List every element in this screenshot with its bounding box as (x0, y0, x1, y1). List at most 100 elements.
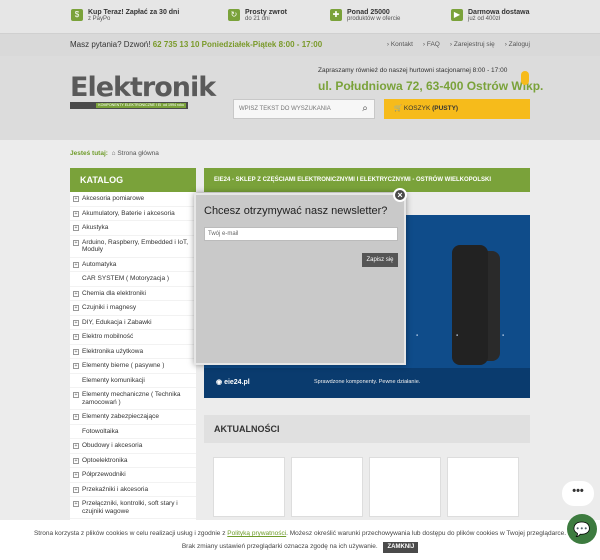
feature-icon: ● (415, 333, 419, 337)
close-icon[interactable]: × (393, 188, 407, 202)
logo-tagline: KOMPONENTY ELEKTRONICZNE I ELEKTRYCZNE od… (70, 102, 188, 109)
expand-icon[interactable]: + (73, 210, 79, 217)
phone-number[interactable]: 62 735 13 10 Poniedziałek-Piątek 8:00 - … (153, 40, 322, 49)
sidebar-item[interactable]: + Elementy zabezpieczające (70, 410, 196, 425)
sidebar-item[interactable]: + Elektro mobilność (70, 330, 196, 345)
cart-button[interactable]: 🛒 KOSZYK (PUSTY) (384, 99, 530, 119)
location-pin-icon (521, 71, 529, 85)
cookie-banner: Strona korzysta z plików cookies w celu … (0, 520, 600, 560)
expand-icon[interactable]: + (73, 305, 79, 311)
sidebar-item[interactable]: + Akumulatory, Baterie i akcesoria (70, 207, 196, 221)
breadcrumb-home[interactable]: Strona główna (117, 150, 159, 157)
more-options-icon[interactable]: ••• (562, 481, 594, 506)
link-register[interactable]: › Zarejestruj się (450, 41, 495, 48)
product-card[interactable] (369, 457, 441, 517)
sidebar-item[interactable]: + Arduino, Raspberry, Embedded i IoT, Mod… (70, 236, 196, 258)
expand-icon[interactable]: + (73, 334, 79, 340)
search-input[interactable]: WPISZ TEKST DO WYSZUKANIA (233, 99, 375, 119)
email-field[interactable]: Twój e-mail (204, 227, 398, 241)
product-card[interactable] (213, 457, 285, 517)
sidebar-item-label: Półprzewodniki (82, 471, 126, 478)
expand-icon[interactable]: + (73, 414, 79, 420)
sidebar-item-label: Elementy mechaniczne ( Technika zamocowa… (82, 391, 181, 406)
perk-title: Ponad 25000 (347, 9, 390, 16)
sidebar-item-label: Chemia dla elektroniki (82, 289, 146, 297)
expand-icon[interactable]: + (73, 196, 79, 202)
sidebar-item[interactable]: + Obudowy i akcesoria (70, 439, 196, 454)
sidebar-item[interactable]: Fotowoltaika (70, 425, 196, 439)
sidebar-item[interactable]: CAR SYSTEM ( Motoryzacja ) (70, 272, 196, 287)
sidebar-item[interactable]: + Czujniki i magnesy (70, 301, 196, 316)
expand-icon[interactable]: + (73, 392, 79, 398)
sidebar-item[interactable]: + Elektronika użytkowa (70, 345, 196, 359)
perk-return[interactable]: ↻ Prosty zwrot do 21 dni (228, 9, 287, 22)
chat-icon[interactable]: 💬 (567, 514, 597, 544)
product-card[interactable] (291, 457, 363, 517)
feature-icon: ● (455, 333, 459, 337)
expand-icon[interactable]: + (73, 457, 79, 464)
sidebar-item-label: Elektronika użytkowa (82, 347, 144, 355)
site-logo[interactable]: Elektronik KOMPONENTY ELEKTRONICZNE I EL… (70, 72, 216, 109)
expand-icon[interactable]: + (73, 225, 79, 231)
top-links: › Kontakt › FAQ › Zarejestruj się › Zalo… (387, 41, 530, 48)
sidebar-item[interactable]: + Elementy bierne ( pasywne ) (70, 359, 196, 374)
cart-state: (PUSTY) (432, 105, 459, 112)
expand-icon[interactable]: + (73, 486, 79, 493)
home-icon: ⌂ (111, 150, 116, 157)
truck-icon: ▶ (451, 9, 463, 21)
newsletter-title: Chcesz otrzymywać nasz newsletter? (204, 205, 388, 217)
sidebar-item[interactable]: Elementy komunikacji (70, 374, 196, 388)
subscribe-button[interactable]: Zapisz się (362, 253, 398, 267)
link-login[interactable]: › Zaloguj (505, 41, 530, 48)
warehouse-address: ul. Południowa 72, 63-400 Ostrów Wlkp. (318, 79, 544, 93)
expand-icon[interactable]: + (73, 319, 79, 326)
expand-icon[interactable]: + (73, 501, 79, 507)
sidebar-item[interactable]: + Akustyka (70, 221, 196, 236)
sidebar-item-label: Czujniki i magnesy (82, 304, 137, 311)
sidebar-item[interactable]: + Elementy mechaniczne ( Technika zamocow… (70, 388, 196, 410)
sidebar-item-label: Akumulatory, Baterie i akcesoria (82, 209, 175, 217)
expand-icon[interactable]: + (73, 443, 79, 449)
expand-icon[interactable]: + (73, 261, 79, 268)
perk-delivery[interactable]: ▶ Darmowa dostawa już od 400zł (451, 9, 529, 22)
expand-icon[interactable]: + (73, 290, 79, 297)
logo-name: Elektronik (70, 72, 216, 103)
sidebar-item-label: Przekaźniki i akcesoria (82, 485, 149, 493)
link-contact[interactable]: › Kontakt (387, 41, 413, 48)
expand-icon[interactable]: + (73, 239, 79, 246)
sidebar-item[interactable]: + Przełączniki, kontrolki, soft stary i c… (70, 497, 196, 519)
sidebar-item-label: Automatyka (82, 260, 117, 268)
sidebar-item-label: Elektro mobilność (82, 333, 134, 340)
sidebar-item[interactable]: + Akcesoria pomiarowe (70, 192, 196, 207)
news-products (213, 457, 519, 517)
sidebar-item-label: Przełączniki, kontrolki, soft stary i cz… (82, 500, 178, 515)
perk-paypo[interactable]: $ Kup Teraz! Zapłać za 30 dni z PayPo (71, 9, 179, 22)
link-faq[interactable]: › FAQ (423, 41, 440, 48)
sidebar-item[interactable]: + Półprzewodniki (70, 468, 196, 483)
privacy-policy-link[interactable]: Polityką prywatności (227, 530, 286, 537)
news-section-title: AKTUALNOŚCI (204, 415, 530, 443)
capacitor-image (452, 245, 488, 365)
products-icon: ✚ (330, 9, 342, 21)
sidebar-item[interactable]: + Automatyka (70, 258, 196, 272)
perk-title: Kup Teraz! Zapłać za 30 dni (88, 9, 180, 16)
warehouse-note: Zapraszamy również do naszej hurtowni st… (318, 67, 508, 74)
sidebar-item[interactable]: + DIY, Edukacja i Zabawki (70, 316, 196, 330)
cookie-close-button[interactable]: ZAMKNIJ (383, 542, 419, 553)
sidebar-item[interactable]: + Optoelektronika (70, 454, 196, 468)
catalog-title: KATALOG (70, 168, 196, 192)
sidebar-item-label: CAR SYSTEM ( Motoryzacja ) (82, 275, 170, 282)
product-card[interactable] (447, 457, 519, 517)
sidebar-item[interactable]: + Przekaźniki i akcesoria (70, 483, 196, 497)
expand-icon[interactable]: + (73, 363, 79, 369)
banner-slogan: Sprawdzone komponenty. Pewne działanie. (314, 379, 421, 385)
perk-subtitle: produktów w ofercie (347, 16, 401, 22)
perk-title: Darmowa dostawa (468, 9, 530, 16)
perk-products[interactable]: ✚ Ponad 25000 produktów w ofercie (330, 9, 400, 22)
search-icon[interactable]: ⌕ (355, 99, 375, 119)
expand-icon[interactable]: + (73, 472, 79, 478)
sidebar-item-label: Fotowoltaika (82, 427, 119, 435)
expand-icon[interactable]: + (73, 348, 79, 355)
sidebar-item[interactable]: + Chemia dla elektroniki (70, 287, 196, 301)
sidebar-item-label: Optoelektronika (82, 456, 128, 464)
